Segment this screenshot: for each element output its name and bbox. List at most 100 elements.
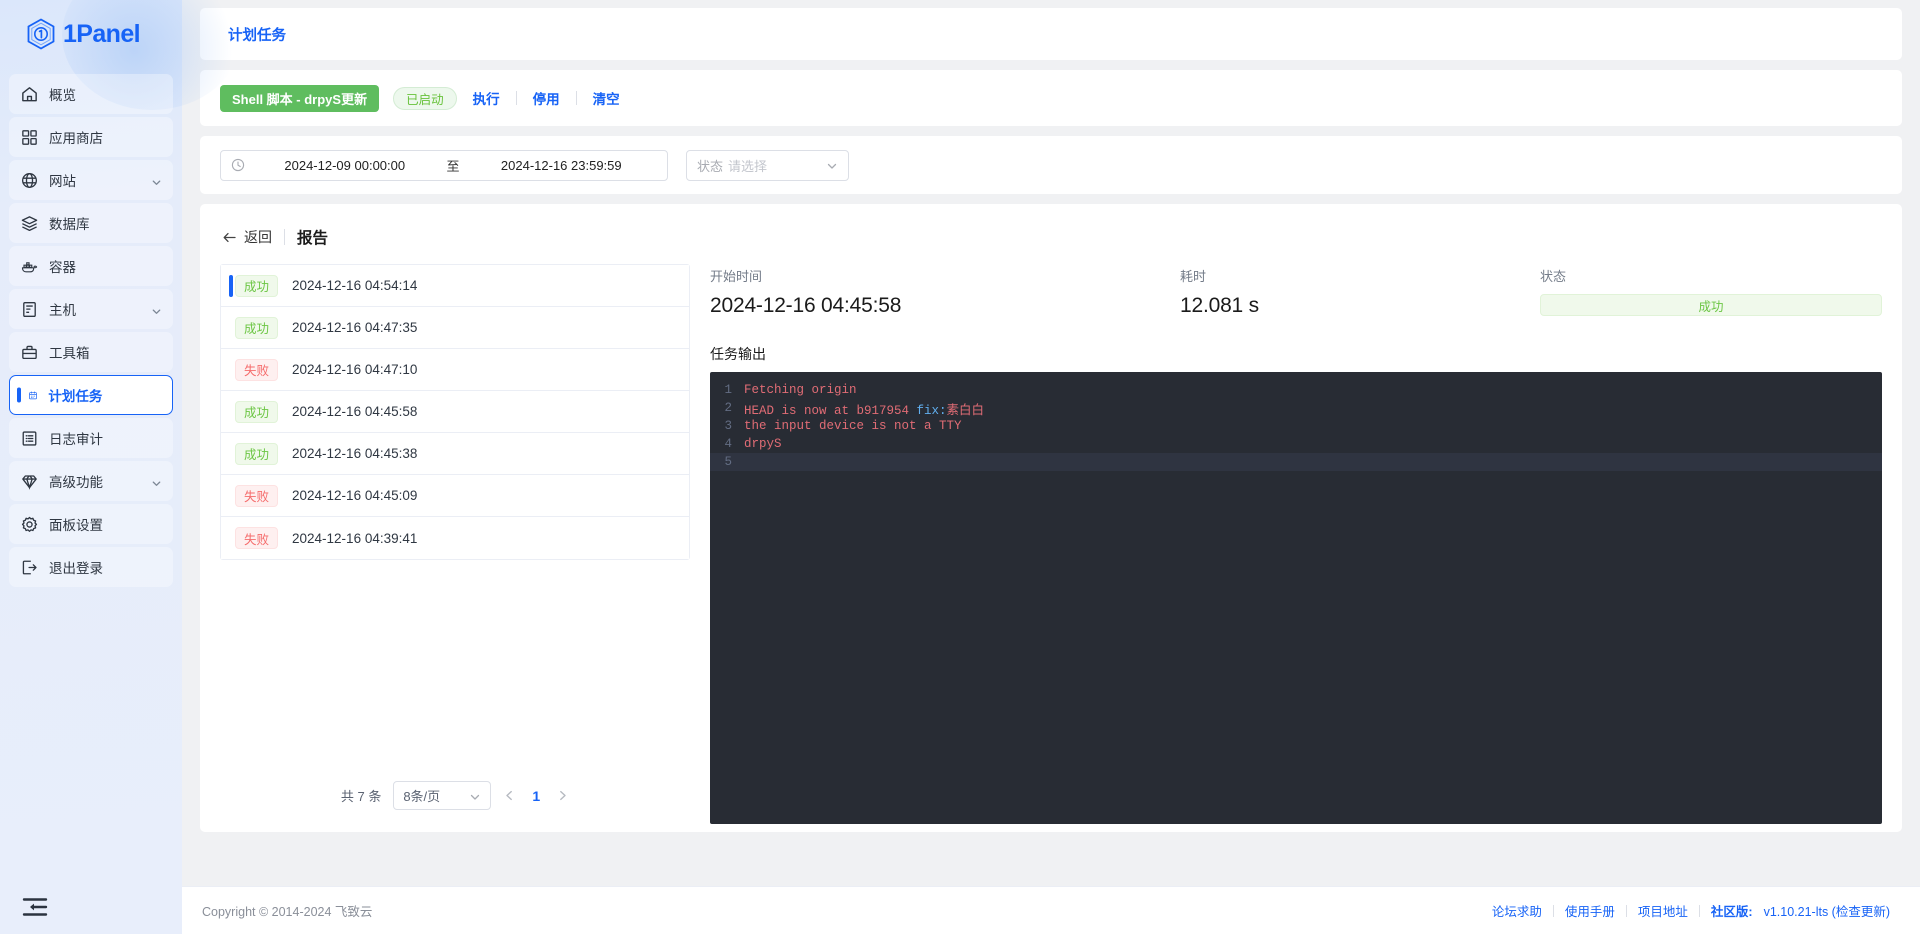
sidebar-item-log-audit[interactable]: 日志审计 <box>9 418 173 458</box>
sidebar-item-website[interactable]: 网站 <box>9 160 173 200</box>
line-content: drpyS <box>744 437 782 451</box>
home-icon <box>20 85 39 104</box>
task-name-button[interactable]: Shell 脚本 - drpyS更新 <box>220 85 379 112</box>
table-row[interactable]: 失败 2024-12-16 04:45:09 <box>221 475 689 517</box>
logout-icon <box>20 558 39 577</box>
page-size-select[interactable]: 8条/页 <box>393 781 491 810</box>
sidebar-item-label: 计划任务 <box>48 385 161 405</box>
detail-status-badge: 成功 <box>1540 294 1882 316</box>
sidebar-footer <box>0 880 182 934</box>
report-header: 返回 报告 <box>220 222 1882 264</box>
status-badge: 失败 <box>235 485 278 507</box>
terminal-line-current: 5 <box>710 453 1882 471</box>
database-layers-icon <box>20 214 39 233</box>
record-time: 2024-12-16 04:45:09 <box>292 488 417 503</box>
date-range-picker[interactable]: 2024-12-09 00:00:00 至 2024-12-16 23:59:5… <box>220 150 668 181</box>
date-start-value: 2024-12-09 00:00:00 <box>249 158 441 173</box>
start-time-label: 开始时间 <box>710 266 1180 285</box>
page-number-1[interactable]: 1 <box>528 788 544 804</box>
chevron-right-icon[interactable] <box>556 789 569 802</box>
version-value[interactable]: v1.10.21-lts (检查更新) <box>1764 901 1890 920</box>
table-row[interactable]: 成功 2024-12-16 04:47:35 <box>221 307 689 349</box>
status-filter-placeholder: 请选择 <box>728 156 826 175</box>
sidebar-item-app-store[interactable]: 应用商店 <box>9 117 173 157</box>
record-time: 2024-12-16 04:45:58 <box>292 404 417 419</box>
sidebar-item-label: 日志审计 <box>49 428 162 448</box>
table-row[interactable]: 失败 2024-12-16 04:39:41 <box>221 517 689 559</box>
sidebar-item-container[interactable]: 容器 <box>9 246 173 286</box>
copyright-text: Copyright © 2014-2024 飞致云 <box>202 901 372 920</box>
terminal-line: 4 drpyS <box>710 435 1882 453</box>
report-panel: 返回 报告 成功 2024-12-16 04:54:14 成功 <box>200 204 1902 832</box>
status-badge: 成功 <box>235 443 278 465</box>
terminal-line: 2 HEAD is now at b917954 fix:素白白 <box>710 399 1882 417</box>
diamond-icon <box>20 472 39 491</box>
server-icon <box>20 300 39 319</box>
sidebar-item-host[interactable]: 主机 <box>9 289 173 329</box>
task-output-terminal[interactable]: 1 Fetching origin 2 HEAD is now at b9179… <box>710 372 1882 824</box>
disable-button[interactable]: 停用 <box>531 88 562 108</box>
line-content: Fetching origin <box>744 383 857 397</box>
line-number: 3 <box>710 419 744 433</box>
sidebar-item-label: 面板设置 <box>49 514 162 534</box>
date-separator: 至 <box>445 156 462 175</box>
app-root: 1Panel 概览 <box>0 0 1920 934</box>
table-row[interactable]: 成功 2024-12-16 04:45:58 <box>221 391 689 433</box>
sidebar-item-panel-settings[interactable]: 面板设置 <box>9 504 173 544</box>
status-badge: 失败 <box>235 359 278 381</box>
manual-link[interactable]: 使用手册 <box>1565 901 1615 920</box>
sidebar-item-label: 工具箱 <box>49 342 162 362</box>
sidebar-item-overview[interactable]: 概览 <box>9 74 173 114</box>
record-time: 2024-12-16 04:45:38 <box>292 446 417 461</box>
record-time: 2024-12-16 04:54:14 <box>292 278 417 293</box>
report-title: 报告 <box>297 226 328 248</box>
main-area: 计划任务 Shell 脚本 - drpyS更新 已启动 执行 停用 清空 <box>182 0 1920 934</box>
chevron-down-icon <box>151 175 162 186</box>
apps-grid-icon <box>20 128 39 147</box>
divider <box>576 91 577 105</box>
chevron-down-icon <box>469 790 481 802</box>
chevron-down-icon <box>151 304 162 315</box>
sidebar-item-toolbox[interactable]: 工具箱 <box>9 332 173 372</box>
hexagon-one-logo-icon <box>26 18 56 50</box>
back-label: 返回 <box>244 227 272 247</box>
status-filter-select[interactable]: 状态 请选择 <box>686 150 849 181</box>
table-row[interactable]: 失败 2024-12-16 04:47:10 <box>221 349 689 391</box>
brand-logo[interactable]: 1Panel <box>0 6 182 62</box>
sidebar-item-label: 概览 <box>49 84 162 104</box>
table-row[interactable]: 成功 2024-12-16 04:45:38 <box>221 433 689 475</box>
status-block: 状态 成功 <box>1540 266 1882 318</box>
record-time: 2024-12-16 04:39:41 <box>292 531 417 546</box>
arrow-left-icon <box>222 230 237 245</box>
sidebar-item-label: 容器 <box>49 256 162 276</box>
forum-link[interactable]: 论坛求助 <box>1492 901 1542 920</box>
status-filter-label: 状态 <box>697 156 723 175</box>
run-button[interactable]: 执行 <box>471 88 502 108</box>
table-row[interactable]: 成功 2024-12-16 04:54:14 <box>221 265 689 307</box>
status-badge: 成功 <box>235 317 278 339</box>
project-link[interactable]: 项目地址 <box>1638 901 1688 920</box>
clear-button[interactable]: 清空 <box>591 88 622 108</box>
page-title: 计划任务 <box>228 24 286 45</box>
chevron-left-icon[interactable] <box>503 789 516 802</box>
divider <box>1553 905 1554 917</box>
record-time: 2024-12-16 04:47:35 <box>292 320 417 335</box>
collapse-menu-icon[interactable] <box>22 896 48 918</box>
back-button[interactable]: 返回 <box>222 227 272 247</box>
sidebar-item-logout[interactable]: 退出登录 <box>9 547 173 587</box>
toolbox-icon <box>20 343 39 362</box>
status-badge: 成功 <box>235 275 278 297</box>
sidebar-item-label: 数据库 <box>49 213 162 233</box>
clock-icon <box>231 158 245 172</box>
sidebar: 1Panel 概览 <box>0 0 182 934</box>
line-number: 2 <box>710 401 744 415</box>
page-size-value: 8条/页 <box>403 786 469 805</box>
divider <box>516 91 517 105</box>
sidebar-item-cronjob[interactable]: 计划任务 <box>9 375 173 415</box>
page-header: 计划任务 <box>200 8 1902 60</box>
status-badge: 失败 <box>235 527 278 549</box>
date-end-value: 2024-12-16 23:59:59 <box>466 158 658 173</box>
sidebar-item-database[interactable]: 数据库 <box>9 203 173 243</box>
sidebar-item-advanced[interactable]: 高级功能 <box>9 461 173 501</box>
calendar-icon <box>19 386 38 405</box>
